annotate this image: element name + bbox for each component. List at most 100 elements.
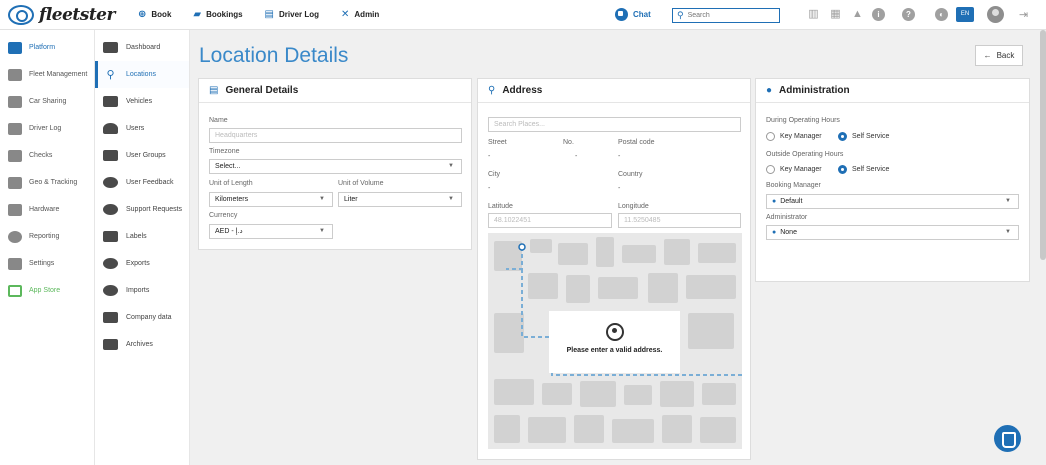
nav-admin[interactable]: ✕ Admin: [341, 9, 379, 20]
help-icon[interactable]: ?: [902, 8, 915, 21]
car-icon: ▰: [193, 9, 202, 20]
nav-driver-log[interactable]: ▤ Driver Log: [265, 9, 319, 20]
radio-circle: [766, 165, 775, 174]
info-icon[interactable]: i: [872, 8, 885, 21]
user-icon: ●: [772, 198, 777, 205]
logout-icon[interactable]: ⇥: [1019, 8, 1028, 21]
sidebar-item-fleet-management[interactable]: Fleet Management: [0, 61, 94, 88]
pie-chart-icon: [8, 230, 22, 243]
sidebar-item-imports[interactable]: Imports: [95, 277, 189, 304]
cloud-download-icon: [103, 258, 118, 269]
country-value: -: [618, 185, 621, 192]
map-view[interactable]: Please enter a valid address.: [488, 233, 742, 449]
during-key-manager-radio[interactable]: Key Manager: [766, 132, 822, 141]
outside-key-manager-radio[interactable]: Key Manager: [766, 165, 822, 174]
unit-volume-label: Unit of Volume: [338, 180, 384, 187]
search-places-input[interactable]: Search Places...: [488, 117, 741, 132]
logo[interactable]: fleetster: [8, 4, 138, 25]
name-input[interactable]: Headquarters: [209, 128, 462, 143]
sidebar-item-driver-log[interactable]: Driver Log: [0, 115, 94, 142]
avatar[interactable]: [987, 6, 1004, 23]
timezone-select[interactable]: Select... ▼: [209, 159, 462, 174]
warning-icon[interactable]: ▲: [851, 8, 864, 21]
sidebar-item-car-sharing[interactable]: Car Sharing: [0, 88, 94, 115]
user-icon: [103, 123, 118, 134]
booking-manager-select[interactable]: ● Default ▼: [766, 194, 1019, 209]
sidebar-item-support-requests[interactable]: Support Requests: [95, 196, 189, 223]
during-self-service-radio[interactable]: Self Service: [838, 132, 889, 141]
sidebar-item-user-groups[interactable]: User Groups: [95, 142, 189, 169]
timezone-label: Timezone: [209, 148, 240, 155]
secondary-sidebar: Dashboard ⚲ Locations Vehicles Users User…: [95, 30, 190, 465]
cog-icon: [8, 257, 22, 270]
nav-bookings[interactable]: ▰ Bookings: [193, 9, 242, 20]
search-box[interactable]: ⚲: [672, 8, 780, 23]
sidebar-item-locations[interactable]: ⚲ Locations: [95, 61, 189, 88]
user-icon: ●: [772, 229, 777, 236]
chevron-down-icon: ▼: [448, 163, 454, 169]
sidebar-item-company-data[interactable]: Company data: [95, 304, 189, 331]
sidebar-item-vehicles[interactable]: Vehicles: [95, 88, 189, 115]
unit-length-select[interactable]: Kilometers ▼: [209, 192, 333, 207]
card-header: ⚲ Address: [478, 79, 750, 103]
sidebar-item-geo-tracking[interactable]: Geo & Tracking: [0, 169, 94, 196]
search-input[interactable]: [687, 12, 768, 19]
outside-self-service-radio[interactable]: Self Service: [838, 165, 889, 174]
sidebar-item-hardware[interactable]: Hardware: [0, 196, 94, 223]
sidebar-item-exports[interactable]: Exports: [95, 250, 189, 277]
logo-text: fleetster: [39, 4, 115, 25]
card-header: ● Administration: [756, 79, 1029, 103]
sidebar-item-archives[interactable]: Archives: [95, 331, 189, 358]
sidebar-item-checks[interactable]: Checks: [0, 142, 94, 169]
currency-select[interactable]: AED - د.إ ▼: [209, 224, 333, 239]
scrollbar[interactable]: [1040, 30, 1046, 260]
latitude-label: Latitude: [488, 203, 513, 210]
feedback-icon: [103, 177, 118, 188]
page-title: Location Details: [199, 44, 349, 67]
document-icon[interactable]: ▥: [807, 8, 820, 21]
location-pin-icon: [605, 323, 624, 341]
top-nav: ⊕ Book ▰ Bookings ▤ Driver Log ✕ Admin: [138, 9, 401, 20]
calendar-icon[interactable]: ▦: [829, 8, 842, 21]
back-button[interactable]: ← Back: [975, 45, 1023, 66]
chevron-down-icon: ▼: [1005, 198, 1011, 204]
latitude-input[interactable]: 48.1022451: [488, 213, 612, 228]
longitude-input[interactable]: 11.5250485: [618, 213, 741, 228]
unit-volume-select[interactable]: Liter ▼: [338, 192, 462, 207]
checklist-icon: [8, 149, 22, 162]
car-share-icon: [8, 95, 22, 108]
longitude-label: Longitude: [618, 203, 649, 210]
chevron-down-icon: ▼: [1005, 229, 1011, 235]
number-label: No.: [563, 139, 574, 146]
dashboard-icon: [103, 42, 118, 53]
sidebar-item-labels[interactable]: Labels: [95, 223, 189, 250]
sidebar-item-user-feedback[interactable]: User Feedback: [95, 169, 189, 196]
globe-icon[interactable]: ◐: [935, 8, 948, 21]
archive-icon: [103, 339, 118, 350]
address-card: ⚲ Address Search Places... Street No. Pos…: [477, 78, 751, 460]
logo-icon: [8, 4, 34, 25]
headset-icon: [103, 204, 118, 215]
language-button[interactable]: EN: [956, 7, 974, 22]
chevron-down-icon: ▼: [319, 196, 325, 202]
street-value: -: [488, 153, 491, 160]
cloud-upload-icon: [103, 285, 118, 296]
help-chat-button[interactable]: [994, 425, 1021, 452]
clipboard-icon: ▤: [209, 85, 219, 96]
search-icon: ⚲: [677, 10, 684, 20]
nav-book[interactable]: ⊕ Book: [138, 9, 171, 20]
administrator-select[interactable]: ● None ▼: [766, 225, 1019, 240]
sidebar-item-dashboard[interactable]: Dashboard: [95, 34, 189, 61]
clipboard-icon: ▤: [264, 9, 274, 20]
sidebar-item-app-store[interactable]: App Store: [0, 277, 94, 304]
street-label: Street: [488, 139, 507, 146]
chat-icon: [615, 8, 628, 21]
sidebar-item-users[interactable]: Users: [95, 115, 189, 142]
map-icon: [8, 176, 22, 189]
chat-button[interactable]: Chat: [615, 8, 651, 21]
top-bar: fleetster ⊕ Book ▰ Bookings ▤ Driver Log ✕ A…: [0, 0, 1046, 30]
sidebar-item-reporting[interactable]: Reporting: [0, 223, 94, 250]
sidebar-item-settings[interactable]: Settings: [0, 250, 94, 277]
sidebar-item-platform[interactable]: Platform: [0, 34, 94, 61]
card-header: ▤ General Details: [199, 79, 471, 103]
